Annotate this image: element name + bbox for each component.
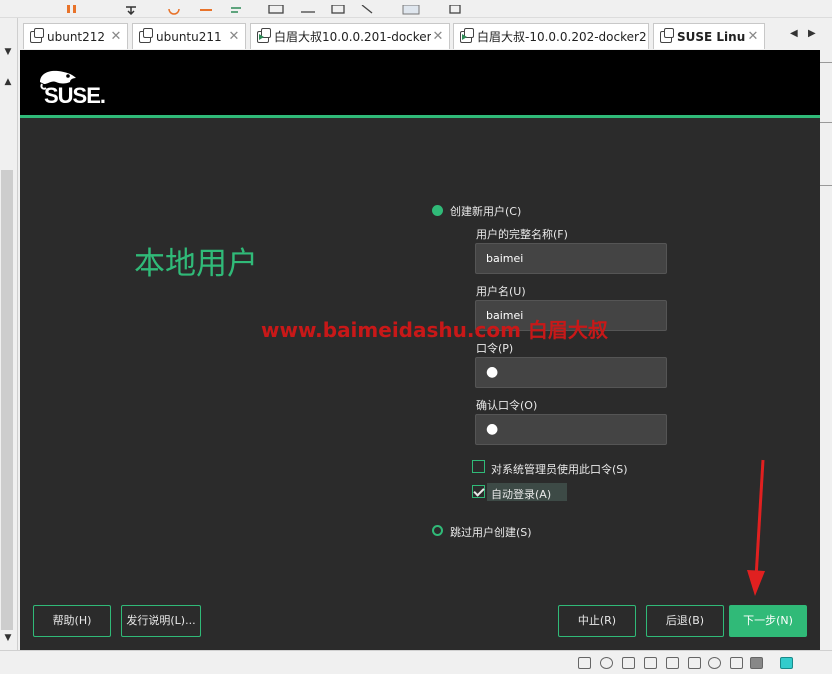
skip-user-radio[interactable] xyxy=(432,525,443,536)
scroll-down-icon[interactable]: ▼ xyxy=(2,632,14,644)
installer-header: SUSE. xyxy=(20,50,820,118)
header-accent-line xyxy=(20,115,820,118)
release-notes-button[interactable]: 发行说明(L)... xyxy=(121,605,201,637)
vm-tab-icon xyxy=(660,27,674,43)
thumbnail-icon[interactable] xyxy=(448,0,464,14)
full-name-label: 用户的完整名称(F) xyxy=(476,228,568,241)
unity-icon[interactable] xyxy=(330,0,346,14)
library-icon[interactable] xyxy=(402,0,420,15)
revert-icon[interactable] xyxy=(198,0,214,11)
next-button[interactable]: 下一步(N) xyxy=(729,605,807,637)
admin-password-checkbox[interactable] xyxy=(472,460,485,473)
view-console-icon[interactable] xyxy=(268,0,284,14)
vm-running-icon xyxy=(257,27,271,43)
watermark-text: www.baimeidashu.com 白眉大叔 xyxy=(261,318,608,342)
status-bar xyxy=(0,650,832,674)
send-keys-icon[interactable] xyxy=(124,0,138,16)
display-icon[interactable] xyxy=(708,657,721,669)
snapshot-manager-icon[interactable] xyxy=(228,0,244,13)
tab-docker1[interactable]: 白眉大叔10.0.0.201-docker1 ✕ xyxy=(250,23,450,49)
pause-icon[interactable] xyxy=(66,0,78,13)
abort-button[interactable]: 中止(R) xyxy=(558,605,636,637)
right-edge xyxy=(820,50,832,650)
hdd-icon[interactable] xyxy=(730,657,743,669)
confirm-password-input[interactable]: ● xyxy=(475,414,667,445)
library-sidebar: ▼ ▲ ▼ xyxy=(0,18,18,650)
tab-label: 白眉大叔-10.0.0.202-docker2 xyxy=(477,30,647,44)
toolbar xyxy=(0,0,832,18)
tab-label: ubunt212 xyxy=(47,29,106,44)
tab-docker2[interactable]: 白眉大叔-10.0.0.202-docker2 xyxy=(453,23,649,49)
sidebar-dropdown-icon[interactable]: ▼ xyxy=(2,46,14,58)
create-user-radio[interactable] xyxy=(432,205,443,216)
close-icon[interactable]: ✕ xyxy=(109,29,123,44)
network-adapter-icon[interactable] xyxy=(622,657,635,669)
sidebar-scrollbar[interactable] xyxy=(1,170,13,630)
tab-prev-icon[interactable]: ◀ xyxy=(790,28,798,39)
printer-icon[interactable] xyxy=(644,657,657,669)
tab-label: 白眉大叔10.0.0.201-docker1 xyxy=(274,30,431,44)
tab-suse[interactable]: SUSE Linu... ✕ xyxy=(653,23,765,49)
tab-next-icon[interactable]: ▶ xyxy=(808,28,816,39)
cd-icon[interactable] xyxy=(600,657,613,669)
network-icon[interactable] xyxy=(578,657,591,669)
vm-tab-icon xyxy=(139,27,153,43)
message-icon[interactable] xyxy=(780,657,793,669)
page-title: 本地用户 xyxy=(134,246,258,282)
tab-ubuntu211[interactable]: ubuntu211 ✕ xyxy=(132,23,246,49)
tab-label: ubuntu211 xyxy=(156,29,222,44)
fullscreen-icon[interactable] xyxy=(300,0,316,13)
create-user-label[interactable]: 创建新用户(C) xyxy=(450,203,521,219)
usb-icon[interactable] xyxy=(688,657,701,669)
snapshot-icon[interactable] xyxy=(166,0,182,15)
autologin-label[interactable]: 自动登录(A) xyxy=(491,486,551,502)
close-icon[interactable]: ✕ xyxy=(227,29,241,44)
tab-bar: ubunt212 ✕ ubuntu211 ✕ 白眉大叔10.0.0.201-do… xyxy=(18,20,832,50)
full-name-input[interactable]: baimei xyxy=(475,243,667,274)
help-button[interactable]: 帮助(H) xyxy=(33,605,111,637)
password-input[interactable]: ● xyxy=(475,357,667,388)
vm-screen[interactable]: SUSE. 本地用户 创建新用户(C) 用户的完整名称(F) baimei 用户… xyxy=(20,50,820,650)
storage-icon[interactable] xyxy=(750,657,763,669)
stretch-icon[interactable] xyxy=(360,0,376,14)
scroll-up-icon[interactable]: ▲ xyxy=(2,76,14,88)
vm-running-icon xyxy=(460,27,474,43)
autologin-checkbox[interactable] xyxy=(472,485,485,498)
tab-ubunt212[interactable]: ubunt212 ✕ xyxy=(23,23,128,49)
back-button[interactable]: 后退(B) xyxy=(646,605,724,637)
confirm-password-label: 确认口令(O) xyxy=(476,399,538,412)
skip-user-label[interactable]: 跳过用户创建(S) xyxy=(450,524,532,540)
vm-tab-icon xyxy=(30,27,44,43)
admin-password-label[interactable]: 对系统管理员使用此口令(S) xyxy=(491,461,628,477)
suse-logo-text: SUSE. xyxy=(44,83,106,108)
close-icon[interactable]: ✕ xyxy=(746,29,760,44)
close-icon[interactable]: ✕ xyxy=(431,29,445,44)
username-label: 用户名(U) xyxy=(476,285,526,298)
sound-icon[interactable] xyxy=(666,657,679,669)
annotation-arrow-icon xyxy=(747,459,765,596)
tab-label: SUSE Linu... xyxy=(677,29,746,44)
